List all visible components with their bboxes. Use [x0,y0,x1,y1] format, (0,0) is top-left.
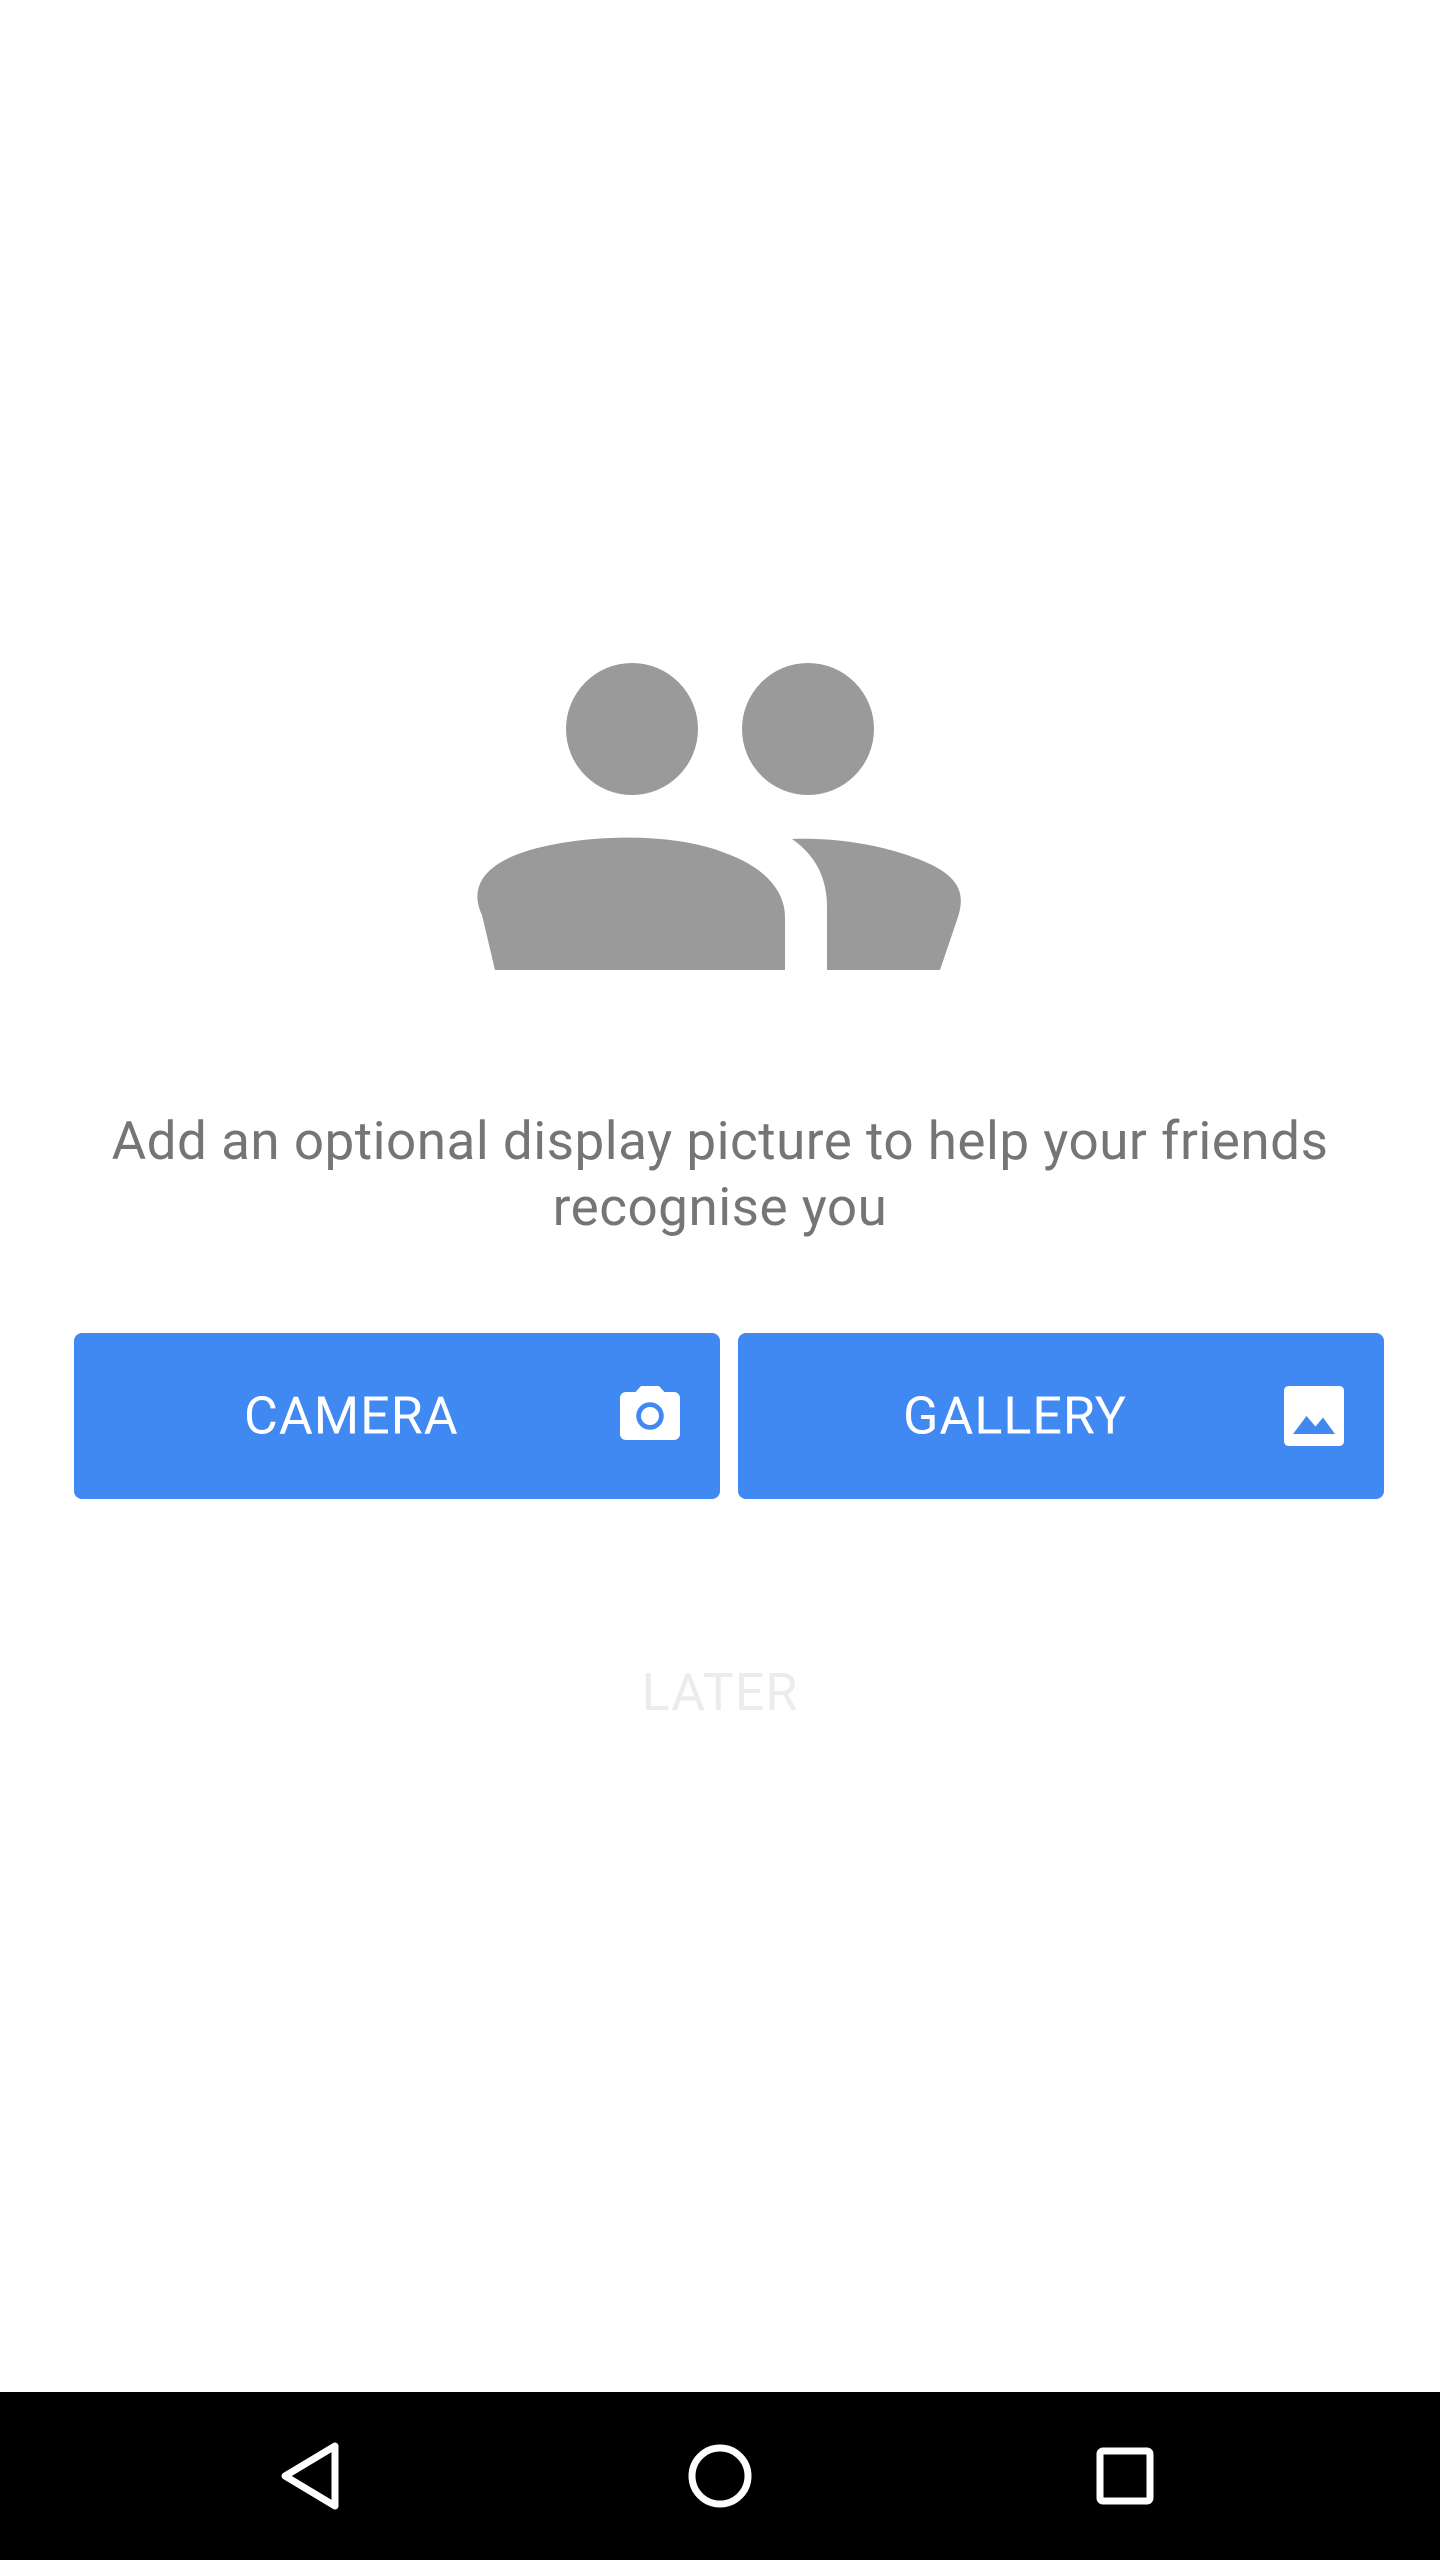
screen: Add an optional display picture to help … [0,0,1440,2560]
system-navigation-bar [0,2392,1440,2560]
recents-icon[interactable] [1075,2426,1175,2526]
camera-button-label: CAMERA [244,1385,459,1447]
profile-picture-prompt: Add an optional display picture to help … [111,1110,1329,1238]
camera-icon [620,1386,680,1440]
image-icon [1284,1386,1344,1446]
later-button[interactable]: LATER [0,1662,1440,1723]
camera-button[interactable]: CAMERA [74,1333,720,1499]
back-icon[interactable] [265,2426,365,2526]
gallery-button-label: GALLERY [903,1385,1127,1447]
home-icon[interactable] [670,2426,770,2526]
gallery-button[interactable]: GALLERY [738,1333,1384,1499]
people-icon [477,663,961,970]
